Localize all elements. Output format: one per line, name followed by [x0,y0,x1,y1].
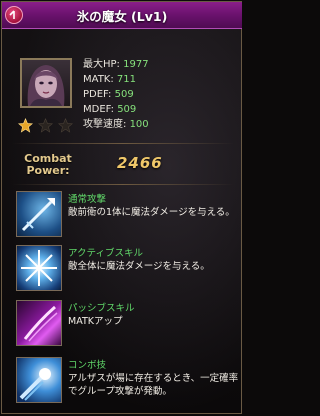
combat-power-value: 2466 [117,154,163,172]
skill-combo[interactable]: コンボ技 アルザスが場に存在するとき、一定確率でグループ攻撃が発動。 [16,357,238,405]
stat-attack-speed: 攻撃速度: 100 [83,119,149,130]
divider [12,143,234,144]
title-bar: 氷の魔女 (Lv1) [2,2,242,29]
ice-spear-icon [16,191,62,237]
stat-mdef: MDEF: 509 [83,104,137,115]
magic-slash-icon [16,300,62,346]
stat-pdef: PDEF: 509 [83,89,134,100]
star-rating [18,118,74,136]
divider [12,184,234,185]
star-empty-icon [58,118,74,133]
stat-max-hp: 最大HP: 1977 [83,59,149,70]
star-empty-icon [38,118,54,133]
combo-comet-icon [16,357,62,403]
hero-portrait [20,58,72,108]
ice-witch-portrait-icon [27,65,65,106]
star-filled-icon [18,118,33,133]
skill-active[interactable]: アクティブスキル 敵全体に魔法ダメージを与える。 [16,245,236,293]
ice-burst-icon [16,245,62,291]
stats-list: 最大HP: 1977 MATK: 711 PDEF: 509 MDEF: 509… [83,57,149,132]
skill-normal-attack[interactable]: 通常攻撃 敵前衛の1体に魔法ダメージを与える。 [16,191,236,239]
skill-passive[interactable]: パッシブスキル MATKアップ [16,300,236,348]
stat-matk: MATK: 711 [83,74,137,85]
combat-power-label: Combat Power: [24,152,72,177]
window-title: 氷の魔女 (Lv1) [76,9,168,24]
